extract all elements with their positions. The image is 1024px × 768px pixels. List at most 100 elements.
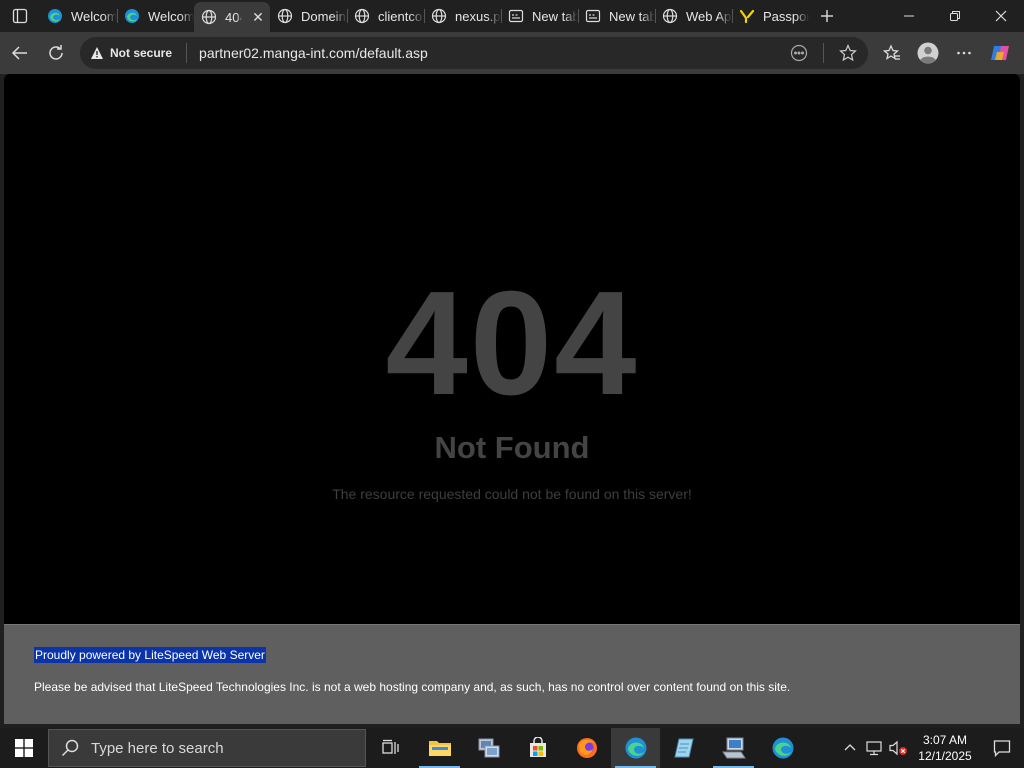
close-window-button[interactable]: [978, 0, 1024, 32]
url-text[interactable]: partner02.manga-int.com/default.asp: [199, 45, 428, 61]
globe-icon: [277, 8, 293, 24]
search-icon: [61, 739, 79, 757]
divider: [823, 43, 824, 63]
browser-tab[interactable]: New tab: [578, 3, 655, 29]
edge-icon: [124, 8, 140, 24]
browser-tab[interactable]: clientco: [347, 3, 424, 29]
address-bar[interactable]: Not secure partner02.manga-int.com/defau…: [80, 37, 868, 69]
notepad-icon: [673, 738, 694, 758]
globe-icon: [431, 8, 447, 24]
clock-date: 12/1/2025: [918, 749, 972, 763]
page-footer: Proudly powered by LiteSpeed Web Server …: [4, 624, 1020, 724]
read-aloud-button[interactable]: [783, 37, 815, 69]
browser-tab[interactable]: nexus.p: [424, 3, 501, 29]
search-placeholder: Type here to search: [91, 739, 224, 757]
tab-actions-icon: [12, 8, 28, 24]
tab-title: Web Ap: [686, 8, 732, 24]
system-tray: 3:07 AM 12/1/2025: [838, 728, 1024, 768]
clock-time: 3:07 AM: [922, 733, 968, 747]
tab-title: Welcome: [71, 8, 117, 24]
windows-logo-icon: [15, 739, 33, 757]
copilot-button[interactable]: [982, 37, 1018, 69]
page-viewport: 404 Not Found The resource requested cou…: [4, 74, 1020, 724]
notepad-button[interactable]: [660, 728, 709, 768]
settings-menu-button[interactable]: [946, 37, 982, 69]
edge-icon: [625, 737, 646, 759]
minimize-button[interactable]: [886, 0, 932, 32]
add-favorite-button[interactable]: [832, 37, 864, 69]
tab-actions-button[interactable]: [0, 0, 40, 32]
browser-tab[interactable]: Welcome: [117, 3, 194, 29]
back-button[interactable]: [2, 37, 38, 69]
ellipsis-icon: [957, 51, 971, 55]
tab-title: clientco: [378, 8, 423, 24]
store-bag-icon: [529, 737, 546, 757]
warning-triangle-icon: [91, 47, 103, 59]
error-code: 404: [385, 261, 639, 426]
site-security-indicator[interactable]: Not secure: [90, 43, 188, 63]
copilot-icon: [991, 46, 1009, 60]
profile-button[interactable]: [910, 37, 946, 69]
show-hidden-icons-button[interactable]: [838, 728, 862, 768]
browser-tab-active[interactable]: 404 ✕: [194, 2, 270, 32]
tab-title: Welcome: [148, 8, 194, 24]
refresh-icon: [49, 45, 63, 60]
error-heading: Not Found: [434, 430, 590, 465]
close-tab-icon[interactable]: ✕: [250, 9, 266, 26]
firefox-button[interactable]: [562, 728, 611, 768]
tab-title: nexus.p: [455, 8, 501, 24]
volume-muted-icon: [889, 740, 907, 756]
network-button[interactable]: [862, 728, 886, 768]
avatar-icon: [917, 42, 939, 64]
taskbar-clock[interactable]: 3:07 AM 12/1/2025: [910, 732, 980, 764]
volume-button[interactable]: [886, 728, 910, 768]
newtab-page-icon: [508, 8, 524, 24]
close-icon: [995, 10, 1007, 22]
minimize-icon: [904, 15, 914, 17]
newtab-page-icon: [585, 8, 601, 24]
browser-tab-strip: Welcome Welcome 404 ✕ Domeins clientco n…: [0, 0, 1024, 32]
notification-icon: [993, 740, 1011, 757]
browser-tab[interactable]: New tab: [501, 3, 578, 29]
globe-icon: [354, 8, 370, 24]
browser-tab[interactable]: Web Ap: [655, 3, 732, 29]
y-logo-icon: [739, 8, 755, 24]
refresh-button[interactable]: [38, 37, 74, 69]
tab-title: New tab: [532, 8, 578, 24]
security-label: Not secure: [110, 46, 173, 60]
taskbar-apps: [366, 728, 807, 768]
notifications-button[interactable]: [980, 728, 1024, 768]
globe-icon: [662, 8, 678, 24]
browser-tab[interactable]: Welcome: [40, 3, 117, 29]
favorites-icon: [883, 44, 900, 60]
remote-desktop-icon: [721, 737, 746, 759]
new-tab-button[interactable]: [811, 2, 843, 30]
taskbar-search-box[interactable]: Type here to search: [48, 729, 366, 767]
control-panel-button[interactable]: [464, 728, 513, 768]
browser-toolbar: Not secure partner02.manga-int.com/defau…: [0, 32, 1024, 74]
error-message: The resource requested could not be foun…: [332, 486, 692, 502]
globe-icon: [201, 9, 217, 25]
more-circle-icon: [790, 44, 808, 62]
browser-tab[interactable]: Domeins: [270, 3, 347, 29]
task-view-icon: [381, 739, 399, 754]
edge-icon: [47, 8, 63, 24]
firefox-icon: [576, 738, 597, 758]
star-icon: [839, 44, 857, 62]
back-arrow-icon: [11, 46, 27, 60]
tab-title: Passpor: [763, 8, 809, 24]
restore-button[interactable]: [932, 0, 978, 32]
task-view-button[interactable]: [366, 728, 415, 768]
remote-desktop-button[interactable]: [709, 728, 758, 768]
file-explorer-button[interactable]: [415, 728, 464, 768]
error-block: 404 Not Found The resource requested cou…: [4, 74, 1020, 624]
tab-title: New tab: [609, 8, 655, 24]
start-button[interactable]: [0, 728, 48, 768]
edge-button[interactable]: [611, 728, 660, 768]
favorites-button[interactable]: [874, 37, 910, 69]
edge-beta-button[interactable]: [758, 728, 807, 768]
microsoft-store-button[interactable]: [513, 728, 562, 768]
window-controls: [886, 0, 1024, 32]
chevron-up-icon: [844, 744, 856, 751]
browser-tab[interactable]: Passpor: [732, 3, 809, 29]
